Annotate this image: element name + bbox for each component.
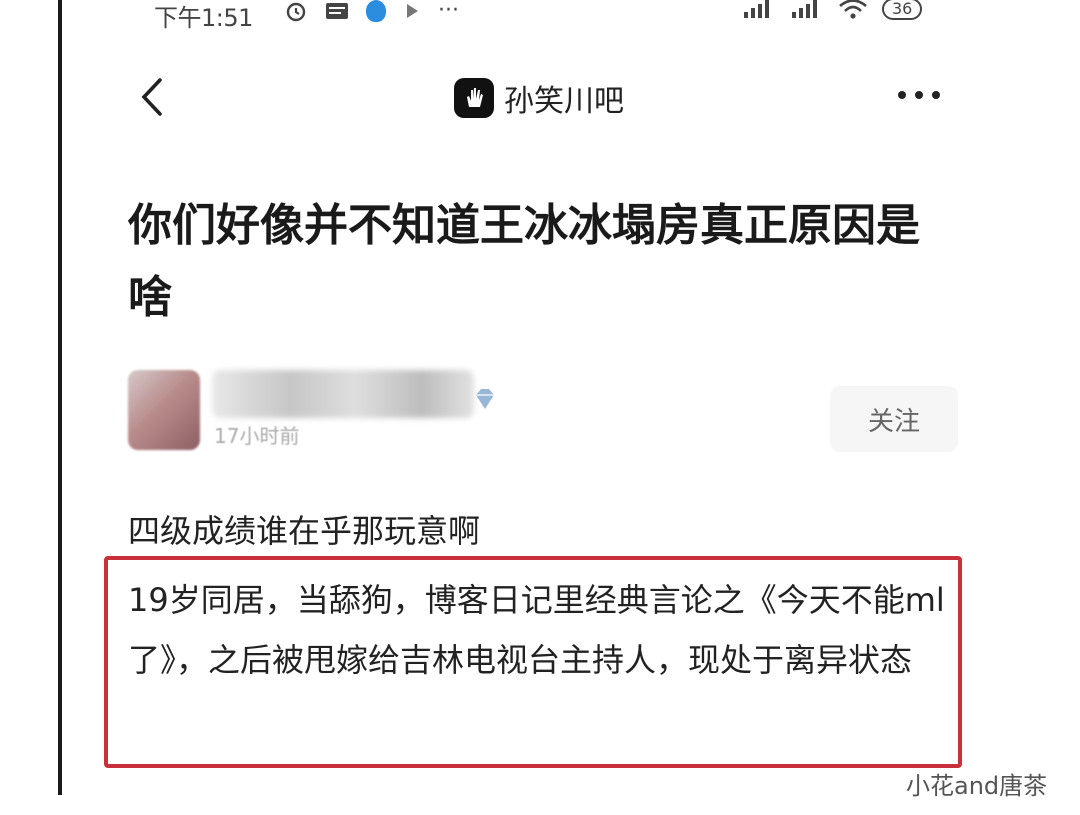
signal-icon-2: [792, 0, 817, 18]
vip-diamond-icon: [476, 389, 494, 409]
watermark: 小花and唐茶: [906, 772, 1048, 800]
forum-title[interactable]: 孙笑川吧: [454, 76, 624, 120]
status-bar: 下午1:51 ··· 36: [62, 0, 1080, 32]
message-icon: [326, 2, 348, 19]
username-blurred[interactable]: [212, 370, 474, 418]
status-time: 下午1:51: [154, 4, 253, 32]
forum-logo-icon: [454, 78, 494, 118]
wifi-icon: [839, 0, 867, 19]
battery-icon: 36: [882, 0, 923, 20]
play-icon: [407, 3, 418, 18]
post-highlighted-text: 19岁同居，当舔狗，博客日记里经典言论之《今天不能ml了》，之后被甩嫁给吉林电视…: [128, 581, 945, 679]
post-body-line: 四级成绩谁在乎那玩意啊: [128, 512, 481, 550]
alarm-icon: [286, 2, 306, 21]
more-options-icon[interactable]: [894, 80, 944, 110]
status-icons-left: ···: [284, 0, 459, 23]
forum-name: 孙笑川吧: [504, 84, 624, 119]
nav-bar: 孙笑川吧: [62, 60, 1080, 130]
hand-icon: [467, 88, 483, 107]
follow-button[interactable]: 关注: [830, 386, 958, 452]
avatar[interactable]: [128, 370, 200, 450]
app-notification-icon: [366, 0, 386, 22]
status-icons-right: 36: [742, 0, 923, 20]
status-more-icon: ···: [438, 0, 459, 23]
post-title: 你们好像并不知道王冰冰塌房真正原因是啥: [128, 200, 920, 323]
back-arrow-icon[interactable]: [132, 72, 172, 122]
signal-icon-1: [744, 0, 769, 18]
post-time: 17小时前: [214, 424, 300, 448]
